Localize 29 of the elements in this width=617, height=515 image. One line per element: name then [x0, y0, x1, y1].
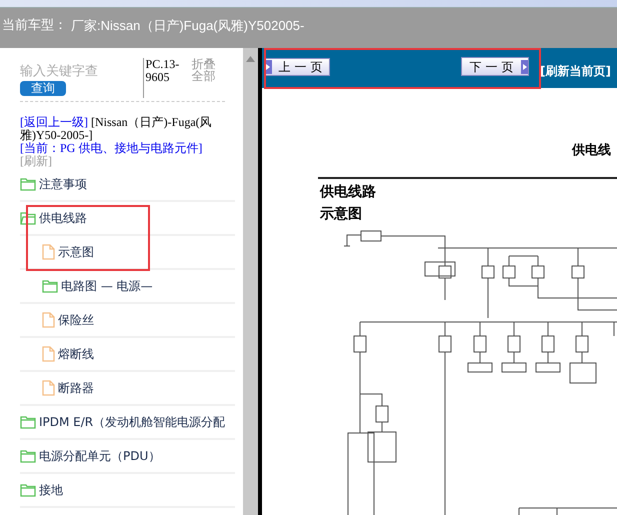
search-field[interactable]: 输入关键字查: [20, 62, 140, 81]
document-icon: [42, 380, 55, 396]
code-text: PC.13-9605: [142, 58, 190, 98]
tree-item[interactable]: 熔断线: [20, 338, 235, 372]
tree-item[interactable]: 电路图 — 电源—: [20, 270, 235, 304]
breadcrumb-text: [返回上一级] [Nissan（日产)-Fuga(风雅)Y50-2005-]: [20, 116, 213, 142]
model-label: 当前车型：: [2, 17, 67, 35]
tree-item[interactable]: 接地: [20, 474, 235, 508]
tree-item[interactable]: 断路器: [20, 372, 235, 406]
tree-item[interactable]: 示意图: [20, 236, 235, 270]
search-button[interactable]: 查询: [20, 81, 66, 96]
tree-item[interactable]: 供电线路: [20, 202, 235, 236]
document-icon: [42, 312, 55, 328]
current-section-text: [当前：PG 供电、接地与电路元件]: [20, 142, 204, 155]
previous-page-button[interactable]: 上 一 页: [264, 58, 330, 76]
document-icon: [42, 346, 55, 362]
tree-item[interactable]: 注意事项: [20, 168, 235, 202]
section-heading: 供电线路: [320, 183, 376, 202]
tree-item[interactable]: 保险丝: [20, 304, 235, 338]
section-subheading: 示意图: [320, 205, 362, 224]
tree-item[interactable]: IPDM E/R（发动机舱智能电源分配: [20, 406, 235, 440]
page-title: 供电线: [572, 142, 611, 160]
scroll-up-arrow-icon[interactable]: [246, 56, 255, 62]
document-icon: [42, 244, 55, 260]
model-value: 厂家:Nissan（日产)Fuga(风雅)Y502005-: [71, 17, 304, 35]
next-page-button[interactable]: 下 一 页: [461, 57, 529, 76]
refresh-page-link[interactable]: [刷新当前页]: [540, 62, 611, 80]
tree-item[interactable]: 电源分配单元（PDU）: [20, 440, 235, 474]
back-link[interactable]: [返回上一级]: [20, 115, 88, 129]
